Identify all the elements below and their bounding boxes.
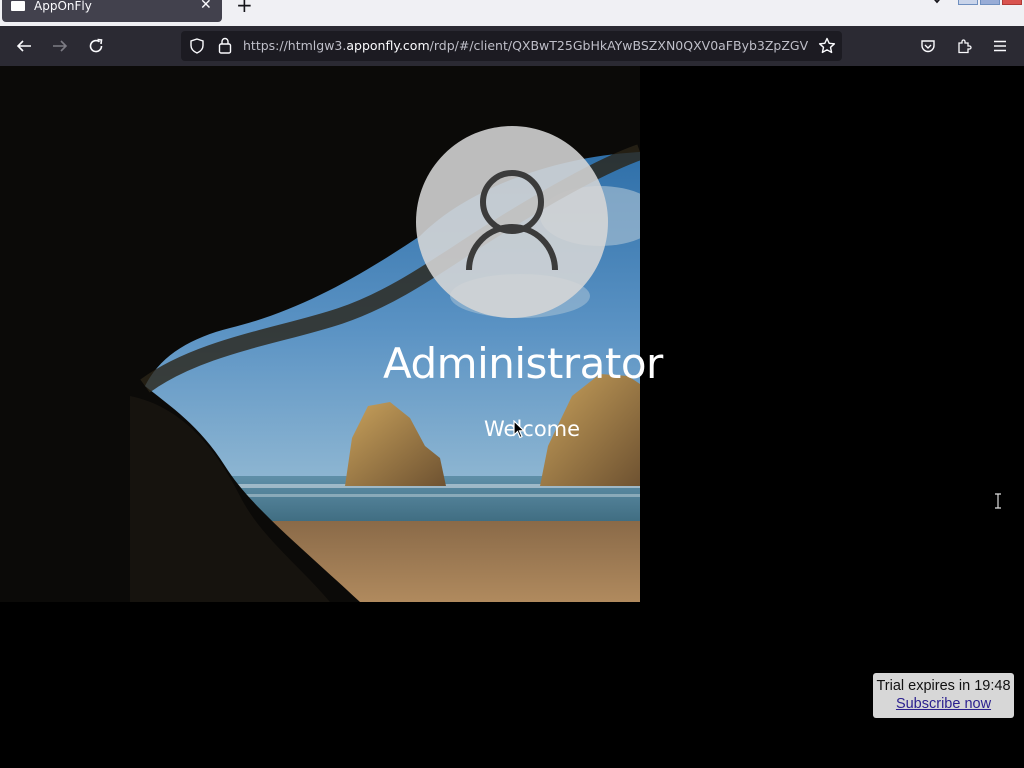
- maximize-button[interactable]: [980, 0, 1000, 5]
- close-icon[interactable]: ✕: [200, 0, 212, 12]
- user-icon: [466, 170, 558, 271]
- pocket-button[interactable]: [916, 34, 940, 58]
- trial-notice: Trial expires in 19:48 Subscribe now: [873, 673, 1014, 718]
- menu-icon: [994, 40, 1006, 52]
- url-prefix: https://htmlgw3.: [243, 39, 347, 53]
- reload-button[interactable]: [84, 34, 108, 58]
- reload-icon: [89, 38, 103, 53]
- subscribe-link[interactable]: Subscribe now: [873, 695, 1014, 713]
- pocket-icon: [921, 40, 935, 53]
- login-username: Administrator: [383, 339, 663, 388]
- url-path: /rdp/#/client/QXBwT25GbHkAYwBSZXN0QXV0aF…: [429, 39, 808, 53]
- minimize-button[interactable]: [958, 0, 978, 5]
- extensions-button[interactable]: [952, 34, 976, 58]
- tab-strip: AppOnFly ✕ +: [0, 0, 1024, 26]
- star-icon[interactable]: [818, 37, 836, 55]
- back-button[interactable]: [12, 34, 36, 58]
- tab-title: AppOnFly: [34, 0, 92, 13]
- address-bar[interactable]: https://htmlgw3.apponfly.com/rdp/#/clien…: [181, 31, 842, 61]
- text-cursor-icon: [995, 493, 1001, 509]
- user-avatar: [416, 126, 608, 318]
- back-arrow-icon: [16, 40, 31, 52]
- page-icon: [11, 1, 25, 11]
- forward-arrow-icon: [53, 40, 68, 52]
- lock-icon[interactable]: [218, 37, 232, 54]
- browser-tab[interactable]: AppOnFly ✕: [2, 0, 222, 22]
- url-text[interactable]: https://htmlgw3.apponfly.com/rdp/#/clien…: [243, 39, 808, 53]
- mouse-cursor-icon: [513, 420, 525, 439]
- navigation-bar: https://htmlgw3.apponfly.com/rdp/#/clien…: [0, 26, 1024, 66]
- menu-button[interactable]: [988, 34, 1012, 58]
- forward-button[interactable]: [48, 34, 72, 58]
- window-close-button[interactable]: [1002, 0, 1022, 5]
- url-host: apponfly.com: [346, 39, 430, 53]
- trial-expiry-text: Trial expires in 19:48: [876, 678, 1011, 694]
- heart-icon: [934, 0, 940, 4]
- plus-icon[interactable]: +: [236, 0, 253, 15]
- login-status: Welcome: [484, 417, 581, 441]
- extensions-icon: [958, 39, 972, 54]
- shield-icon[interactable]: [189, 38, 205, 54]
